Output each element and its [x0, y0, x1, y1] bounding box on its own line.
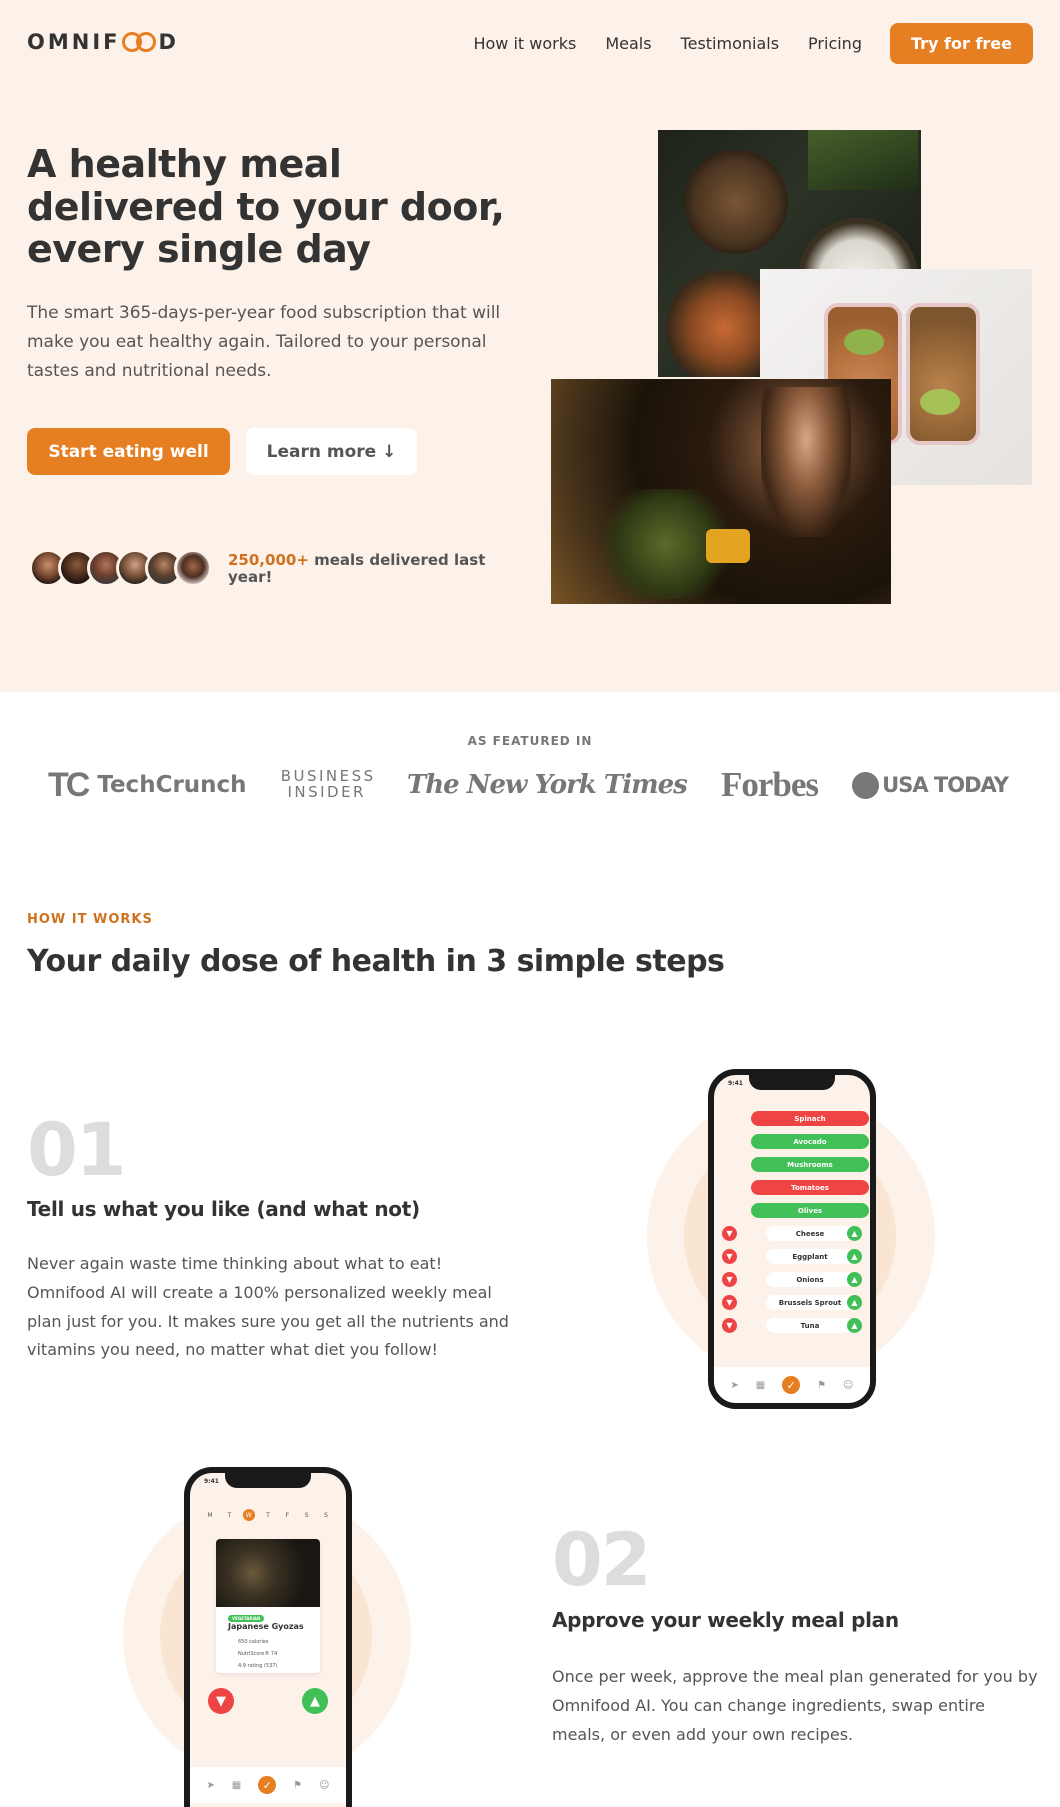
- usa-today-dot-icon: [852, 771, 880, 799]
- meal-image: [216, 1539, 320, 1607]
- meal-rating: 4.9 rating (537): [238, 1663, 278, 1669]
- learn-more-button[interactable]: Learn more ↓: [246, 428, 417, 475]
- calendar-icon[interactable]: ▦: [232, 1780, 241, 1791]
- ingredient-choice: Cheese: [766, 1226, 854, 1241]
- phone-tab-bar: ➤ ▦ ✓ ⚑ ☺: [190, 1767, 346, 1803]
- logo-infinity-icon: [122, 32, 157, 52]
- phone-mockup-preferences: 9:41 Spinach Avocado Mushrooms Tomatoes …: [708, 1069, 876, 1409]
- thumbs-up-icon[interactable]: ▲: [302, 1688, 328, 1714]
- avatar: [174, 549, 212, 587]
- step-number: 01: [27, 1108, 127, 1193]
- ingredient-choice: Onions: [766, 1272, 854, 1287]
- check-icon[interactable]: ✓: [258, 1776, 277, 1794]
- day-button[interactable]: F: [281, 1509, 293, 1521]
- customer-avatars: [29, 549, 212, 587]
- user-icon[interactable]: ☺: [319, 1780, 329, 1791]
- step-title: Tell us what you like (and what not): [27, 1197, 420, 1221]
- main-nav: How it works Meals Testimonials Pricing …: [444, 23, 1033, 64]
- nav-pricing[interactable]: Pricing: [808, 34, 862, 53]
- phone-tab-bar: ➤ ▦ ✓ ⚑ ☺: [714, 1367, 870, 1403]
- step-description: Once per week, approve the meal plan gen…: [552, 1667, 1038, 1744]
- thumbs-up-icon[interactable]: ▲: [847, 1295, 862, 1310]
- meal-tag: VEGETARIAN: [228, 1615, 265, 1622]
- bookmark-icon[interactable]: ⚑: [817, 1380, 826, 1391]
- forbes-logo: Forbes: [720, 765, 819, 804]
- hero-section: OMNIF D How it works Meals Testimonials …: [0, 0, 1060, 692]
- omnifood-logo[interactable]: OMNIF D: [27, 30, 179, 54]
- thumbs-down-icon[interactable]: ▼: [722, 1318, 737, 1333]
- hero-title: A healthy meal delivered to your door, e…: [27, 142, 505, 272]
- rocket-icon[interactable]: ➤: [730, 1380, 738, 1391]
- start-eating-well-button[interactable]: Start eating well: [27, 428, 230, 475]
- check-icon[interactable]: ✓: [782, 1376, 801, 1394]
- nyt-logo: The New York Times: [406, 770, 688, 800]
- thumbs-down-icon[interactable]: ▼: [722, 1295, 737, 1310]
- meal-name: Japanese Gyozas: [228, 1622, 304, 1631]
- thumbs-down-icon[interactable]: ▼: [722, 1272, 737, 1287]
- thumbs-down-icon[interactable]: ▼: [722, 1226, 737, 1241]
- section-subheading: HOW IT WORKS: [27, 912, 153, 927]
- bookmark-icon[interactable]: ⚑: [293, 1780, 302, 1791]
- phone-mockup-meal-plan: 9:41 M T W T F S S VEGETARIAN Japanese G…: [184, 1467, 352, 1807]
- woman-eating-image: [551, 379, 891, 604]
- delivered-meals-text: 250,000+ meals delivered last year!: [228, 551, 486, 586]
- nav-meals[interactable]: Meals: [605, 34, 651, 53]
- ingredient-choice: Brussels Sprout: [766, 1295, 854, 1310]
- thumbs-down-icon[interactable]: ▼: [208, 1688, 234, 1714]
- thumbs-up-icon[interactable]: ▲: [847, 1226, 862, 1241]
- thumbs-up-icon[interactable]: ▲: [847, 1272, 862, 1287]
- step-description: Never again waste time thinking about wh…: [27, 1254, 509, 1360]
- meal-calories: 650 calories: [238, 1639, 269, 1645]
- ingredient-pill[interactable]: Mushrooms: [751, 1157, 869, 1172]
- techcrunch-logo: TC TechCrunch: [48, 765, 247, 804]
- rocket-icon[interactable]: ➤: [206, 1780, 214, 1791]
- ingredient-choice: Eggplant: [766, 1249, 854, 1264]
- business-insider-logo: BUSINESS INSIDER: [280, 767, 376, 801]
- delivered-count: 250,000+: [228, 551, 309, 569]
- ingredient-pill[interactable]: Spinach: [751, 1111, 869, 1126]
- day-button[interactable]: T: [262, 1509, 274, 1521]
- section-title: Your daily dose of health in 3 simple st…: [27, 944, 725, 979]
- thumbs-down-icon[interactable]: ▼: [722, 1249, 737, 1264]
- nav-how-it-works[interactable]: How it works: [473, 34, 576, 53]
- usa-today-logo: USA TODAY: [852, 771, 1009, 799]
- calendar-icon[interactable]: ▦: [756, 1380, 765, 1391]
- ingredient-pill[interactable]: Avocado: [751, 1134, 869, 1149]
- day-button[interactable]: S: [301, 1509, 313, 1521]
- meal-card[interactable]: VEGETARIAN Japanese Gyozas 650 calories …: [216, 1539, 320, 1673]
- day-button[interactable]: T: [223, 1509, 235, 1521]
- step-title: Approve your weekly meal plan: [552, 1608, 899, 1632]
- meal-nutriscore: NutriScore® 74: [238, 1651, 278, 1657]
- hero-description: The smart 365-days-per-year food subscri…: [27, 303, 501, 381]
- ingredient-pill[interactable]: Tomatoes: [751, 1180, 869, 1195]
- featured-logos: TC TechCrunch BUSINESS INSIDER The New Y…: [48, 760, 1009, 810]
- day-button[interactable]: S: [320, 1509, 332, 1521]
- user-icon[interactable]: ☺: [843, 1380, 853, 1391]
- step-number: 02: [552, 1518, 652, 1603]
- weekday-selector: M T W T F S S: [204, 1509, 332, 1521]
- nav-testimonials[interactable]: Testimonials: [681, 34, 780, 53]
- ingredient-choice: Tuna: [766, 1318, 854, 1333]
- day-button[interactable]: M: [204, 1509, 216, 1521]
- thumbs-up-icon[interactable]: ▲: [847, 1318, 862, 1333]
- ingredient-pill[interactable]: Olives: [751, 1203, 869, 1218]
- try-for-free-button[interactable]: Try for free: [889, 23, 1033, 64]
- day-button-active[interactable]: W: [242, 1509, 255, 1521]
- thumbs-up-icon[interactable]: ▲: [847, 1249, 862, 1264]
- featured-label: AS FEATURED IN: [467, 734, 593, 748]
- techcrunch-mark-icon: TC: [48, 765, 90, 804]
